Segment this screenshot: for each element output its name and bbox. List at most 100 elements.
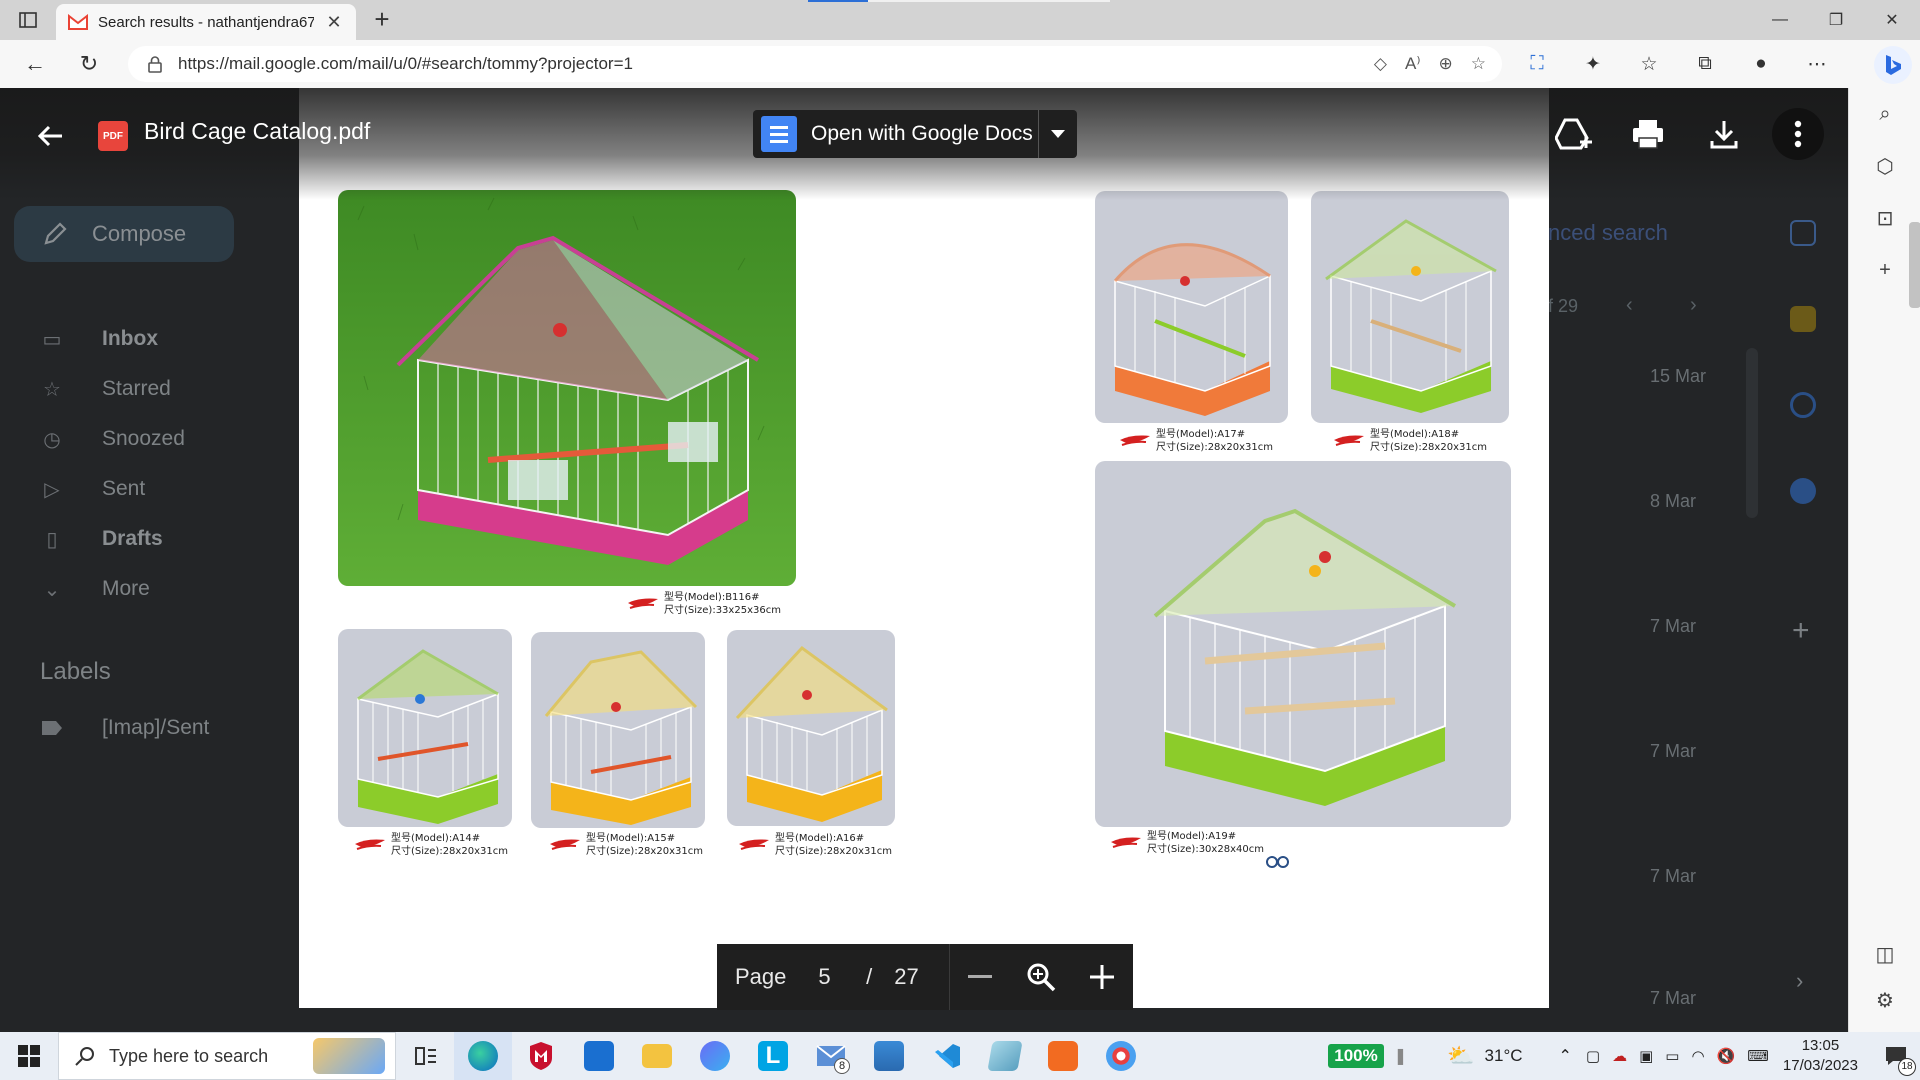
nav-item-inbox[interactable]: ▭ Inbox xyxy=(40,314,185,364)
settings-gear-icon[interactable]: ⚙ xyxy=(1867,982,1903,1018)
open-with-dropdown[interactable] xyxy=(1039,129,1077,139)
notepad-icon[interactable] xyxy=(976,1032,1034,1080)
tasks-icon[interactable] xyxy=(1790,392,1816,418)
add-to-drive-button[interactable] xyxy=(1550,110,1598,158)
size-label: 尺寸(Size):30x28x40cm xyxy=(1147,844,1264,855)
current-page-input[interactable]: 5 xyxy=(818,964,838,990)
weather-temp[interactable]: 31°C xyxy=(1485,1046,1523,1066)
nav-item-sent[interactable]: ▷ Sent xyxy=(40,464,185,514)
advanced-search-link[interactable]: nced search xyxy=(1548,220,1668,246)
newer-icon[interactable]: ‹ xyxy=(1626,294,1633,317)
volume-muted-icon[interactable]: 🔇 xyxy=(1717,1047,1736,1065)
read-aloud-icon[interactable]: A⁾ xyxy=(1405,54,1421,74)
zoom-out-button[interactable] xyxy=(950,944,1011,1010)
list-scrollbar[interactable] xyxy=(1746,348,1758,518)
start-button[interactable] xyxy=(0,1032,58,1080)
weather-icon[interactable]: ⛅ xyxy=(1447,1043,1474,1069)
collections-icon[interactable]: ⧉ xyxy=(1688,48,1722,80)
restore-icon[interactable]: ❐ xyxy=(1808,0,1864,40)
wifi-icon[interactable]: ◠ xyxy=(1691,1047,1704,1065)
zoom-reset-button[interactable] xyxy=(1011,944,1072,1010)
paint-icon[interactable] xyxy=(1092,1032,1150,1080)
outlook-icon[interactable]: ⊡ xyxy=(1867,200,1903,236)
favorites-icon[interactable]: ☆ xyxy=(1632,48,1666,80)
page-label: Page xyxy=(735,964,787,989)
calendar-icon[interactable] xyxy=(1790,220,1816,246)
minimize-icon[interactable]: — xyxy=(1752,0,1808,40)
pdf-page: 型号(Model):B116# 尺寸(Size):33x25x36cm 型号(M… xyxy=(299,88,1549,1008)
nav-item-more[interactable]: ⌄ More xyxy=(40,564,185,614)
notification-count: 18 xyxy=(1898,1058,1916,1076)
xampp-icon[interactable] xyxy=(1034,1032,1092,1080)
favorite-add-icon[interactable]: ☆ xyxy=(1471,54,1486,74)
close-viewer-button[interactable] xyxy=(30,116,70,156)
cage-photo-a15 xyxy=(531,632,705,828)
mail-icon[interactable]: 8 xyxy=(802,1032,860,1080)
back-button[interactable]: ← xyxy=(18,48,52,80)
label-item[interactable]: [Imap]/Sent xyxy=(40,716,209,740)
l-app-icon[interactable]: L xyxy=(744,1032,802,1080)
sidebar-layout-icon[interactable]: ◫ xyxy=(1867,936,1903,972)
search-highlight-icon[interactable] xyxy=(313,1038,385,1074)
clock[interactable]: 13:05 17/03/2023 xyxy=(1783,1036,1858,1076)
add-sidebar-app-icon[interactable]: + xyxy=(1867,252,1903,288)
keyboard-icon[interactable]: ⌨ xyxy=(1747,1047,1769,1065)
more-actions-button[interactable] xyxy=(1772,108,1824,160)
caption-a19: 型号(Model):A19# 尺寸(Size):30x28x40cm xyxy=(1111,830,1264,856)
task-view-icon[interactable] xyxy=(396,1032,454,1080)
zoom-in-button[interactable] xyxy=(1072,944,1133,1010)
mcafee-icon[interactable] xyxy=(512,1032,570,1080)
tab-close-icon[interactable]: ✕ xyxy=(324,12,344,33)
refresh-button[interactable]: ↻ xyxy=(72,48,106,80)
browser-tab[interactable]: Search results - nathantjendra67 ✕ xyxy=(56,4,356,40)
url-bar[interactable]: https://mail.google.com/mail/u/0/#search… xyxy=(128,46,1502,82)
chevron-up-icon[interactable]: ⌃ xyxy=(1559,1046,1572,1066)
download-button[interactable] xyxy=(1700,110,1748,158)
red-bird-logo-icon xyxy=(1111,837,1141,848)
store-icon[interactable] xyxy=(570,1032,628,1080)
tray-device-icon[interactable]: ▢ xyxy=(1586,1047,1600,1065)
page-scrollbar-thumb[interactable] xyxy=(1909,222,1920,308)
print-button[interactable] xyxy=(1624,110,1672,158)
edge-icon[interactable] xyxy=(454,1032,512,1080)
notifications-button[interactable]: 18 xyxy=(1872,1032,1920,1080)
file-explorer-icon[interactable] xyxy=(628,1032,686,1080)
clock-date: 17/03/2023 xyxy=(1782,1057,1858,1074)
compose-button[interactable]: Compose xyxy=(14,206,234,262)
close-window-icon[interactable]: ✕ xyxy=(1864,0,1920,40)
caption-a18: 型号(Model):A18# 尺寸(Size):28x20x31cm xyxy=(1334,428,1487,454)
extensions-icon[interactable]: ✦ xyxy=(1576,48,1610,80)
battery-tray-icon[interactable]: ▭ xyxy=(1665,1047,1679,1065)
nav-label: Inbox xyxy=(102,327,158,350)
settings-more-icon[interactable]: ⋯ xyxy=(1800,48,1834,80)
vscode-icon[interactable] xyxy=(918,1032,976,1080)
nav-item-starred[interactable]: ☆ Starred xyxy=(40,364,185,414)
app-available-icon[interactable]: ◇ xyxy=(1374,54,1387,74)
new-tab-button[interactable]: + xyxy=(368,6,396,34)
keep-icon[interactable] xyxy=(1790,306,1816,332)
add-addon-icon[interactable]: + xyxy=(1792,614,1810,648)
older-icon[interactable]: › xyxy=(1690,294,1697,317)
open-with-google-docs-button[interactable]: Open with Google Docs xyxy=(753,110,1077,158)
tab-actions-icon[interactable] xyxy=(14,8,42,32)
profile-icon[interactable]: ● xyxy=(1744,48,1778,80)
nav-item-drafts[interactable]: ▯ Drafts xyxy=(40,514,185,564)
nav-item-snoozed[interactable]: ◷ Snoozed xyxy=(40,414,185,464)
photos-icon[interactable] xyxy=(860,1032,918,1080)
copilot-icon[interactable] xyxy=(686,1032,744,1080)
tray-meet-icon[interactable]: ▣ xyxy=(1639,1047,1653,1065)
caption-a16: 型号(Model):A16# 尺寸(Size):28x20x31cm xyxy=(739,832,892,858)
taskbar-search[interactable]: Type here to search xyxy=(58,1032,396,1080)
tray-cloud-icon[interactable]: ☁ xyxy=(1612,1047,1627,1065)
battery-percent[interactable]: 100% xyxy=(1328,1044,1384,1068)
shopping-icon[interactable]: ⬡ xyxy=(1867,148,1903,184)
contacts-icon[interactable] xyxy=(1790,478,1816,504)
search-icon[interactable]: ⌕ xyxy=(1867,96,1903,132)
zoom-icon[interactable]: ⊕ xyxy=(1439,54,1453,74)
screen-capture-icon[interactable]: ⛶ xyxy=(1520,48,1554,80)
url-text[interactable]: https://mail.google.com/mail/u/0/#search… xyxy=(178,54,1374,74)
expand-panel-icon[interactable]: › xyxy=(1796,968,1803,994)
model-label: 型号(Model):A19# xyxy=(1147,831,1237,842)
bing-chat-icon[interactable] xyxy=(1874,46,1912,84)
label-tag-icon xyxy=(42,721,62,735)
